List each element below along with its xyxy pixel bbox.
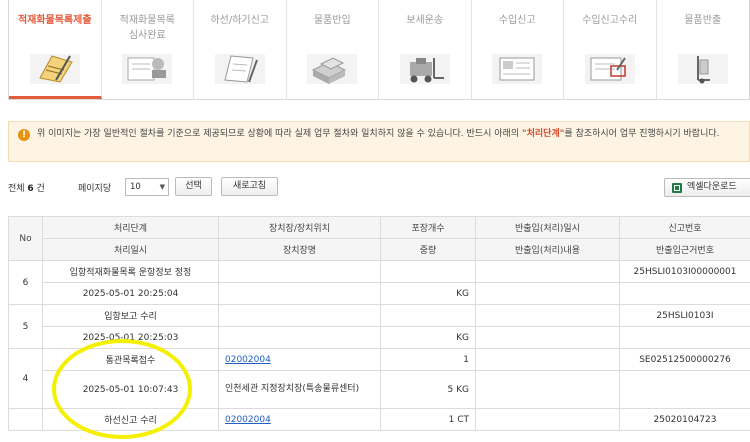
excel-download-button[interactable]: 엑셀다운로드: [664, 178, 750, 197]
location-link[interactable]: 02002004: [225, 355, 271, 365]
row-basis-no: [619, 370, 750, 409]
row-decl-no: SE02512500000276: [619, 348, 750, 371]
excel-icon: [672, 183, 682, 193]
row-packages: [380, 304, 476, 327]
notice-box: ! 위 이미지는 가장 일반적인 절차를 기준으로 제공되므로 상황에 따라 실…: [8, 121, 750, 162]
per-page-select[interactable]: 10 ▼: [125, 178, 169, 196]
header-basis-no: 반출입근거번호: [619, 238, 750, 261]
step-label: 수입신고: [498, 15, 536, 26]
table-row: 6 입항적재화물목록 운항정보 정정 25HSLI0103I00000001: [8, 260, 750, 305]
location-link[interactable]: 02002004: [225, 415, 271, 425]
step-label: 물품반입: [313, 15, 351, 26]
highlight-annotation: [52, 339, 192, 439]
row-inout-content: [475, 326, 620, 349]
clipboard-report-icon: [214, 54, 265, 84]
row-location: [218, 260, 381, 283]
step-goods-in[interactable]: 물품반입: [287, 0, 379, 99]
row-no: [8, 408, 43, 431]
row-packages: [380, 260, 476, 283]
row-inout-content: [475, 370, 620, 409]
row-inout-datetime: [475, 260, 620, 283]
step-import-approval[interactable]: 수입신고수리: [564, 0, 657, 99]
row-stage: 입항적재화물목록 운항정보 정정: [42, 260, 219, 283]
notice-text-tail: 를 참조하시어 업무 진행하시기 바랍니다.: [564, 129, 720, 139]
row-packages: 1: [380, 348, 476, 371]
row-weight: KG: [380, 282, 476, 305]
row-inout-datetime: [475, 408, 620, 431]
row-stage: 입항보고 수리: [42, 304, 219, 327]
notice-highlight: "처리단계": [521, 129, 565, 139]
per-page-label: 페이지당: [78, 184, 112, 194]
step-unloading-report[interactable]: 하선/하기신고: [194, 0, 287, 99]
table-row: 2025-05-01 20:25:04 KG: [9, 282, 750, 305]
step-label: 적재화물목록 심사완료: [119, 15, 175, 41]
step-label: 수입신고수리: [582, 15, 638, 26]
per-page-value: 10: [130, 182, 141, 192]
warning-icon: !: [18, 129, 30, 141]
total-prefix: 전체: [8, 184, 28, 194]
row-weight: 5 KG: [380, 370, 476, 409]
row-packages: 1 CT: [380, 408, 476, 431]
total-count: 전체 6 건: [8, 181, 45, 194]
hand-truck-icon: [677, 54, 728, 84]
step-goods-out[interactable]: 물품반출: [657, 0, 750, 99]
step-manifest-review[interactable]: 적재화물목록 심사완료: [102, 0, 194, 99]
header-location: 장치장/장치위치: [218, 216, 381, 239]
declaration-form-icon: [492, 54, 543, 84]
row-warehouse-name: [218, 326, 381, 349]
header-no: No: [8, 216, 43, 261]
notice-text: 위 이미지는 가장 일반적인 절차를 기준으로 제공되므로 상황에 따라 실제 …: [37, 128, 749, 141]
header-warehouse-name: 장치장명: [218, 238, 381, 261]
refresh-button[interactable]: 새로고침: [221, 177, 278, 196]
row-no: 6: [8, 260, 43, 305]
step-label: 물품반출: [684, 15, 722, 26]
row-weight: KG: [380, 326, 476, 349]
stamp-approval-icon: [122, 54, 173, 84]
chevron-down-icon: ▼: [159, 183, 165, 191]
row-inout-datetime: [475, 348, 620, 371]
row-decl-no: 25HSLI0103I00000001: [619, 260, 750, 283]
header-inout-datetime: 반출입(처리)일시: [475, 216, 620, 239]
row-basis-no: [619, 282, 750, 305]
row-no: 5: [8, 304, 43, 349]
excel-download-label: 엑셀다운로드: [687, 182, 737, 192]
step-bonded-transport[interactable]: 보세운송: [379, 0, 472, 99]
header-packages: 포장개수: [380, 216, 476, 239]
row-decl-no: 25020104723: [619, 408, 750, 431]
select-button[interactable]: 선택: [175, 177, 212, 196]
step-manifest-submit[interactable]: 적재화물목록제출: [9, 0, 102, 99]
row-warehouse-name: [218, 282, 381, 305]
forklift-icon: [399, 54, 450, 84]
total-suffix: 건: [33, 184, 45, 194]
row-basis-no: [619, 326, 750, 349]
step-import-declaration[interactable]: 수입신고: [472, 0, 564, 99]
header-datetime: 처리일시: [42, 238, 219, 261]
step-label: 하선/하기신고: [210, 15, 270, 26]
row-no: 4: [8, 348, 43, 409]
step-label: 적재화물목록제출: [17, 15, 92, 26]
table-row: 5 입항보고 수리 25HSLI0103I: [8, 304, 750, 349]
row-location: 02002004: [218, 348, 381, 371]
header-inout-content: 반출입(처리)내용: [475, 238, 620, 261]
row-datetime: 2025-05-01 20:25:04: [42, 282, 219, 305]
notice-text-main: 위 이미지는 가장 일반적인 절차를 기준으로 제공되므로 상황에 따라 실제 …: [37, 129, 522, 139]
approved-stamp-icon: [584, 54, 635, 84]
row-location: [218, 304, 381, 327]
row-decl-no: 25HSLI0103I: [619, 304, 750, 327]
step-label: 보세운송: [406, 15, 444, 26]
header-decl-no: 신고번호: [619, 216, 750, 239]
row-inout-content: [475, 282, 620, 305]
process-steps: 적재화물목록제출 적재화물목록 심사완료 하선/하기신고 물품반입 보세운송 수…: [8, 0, 750, 100]
header-stage: 처리단계: [42, 216, 219, 239]
row-location: 02002004: [218, 408, 381, 431]
document-edit-icon: [29, 54, 80, 84]
header-weight: 중량: [380, 238, 476, 261]
row-warehouse-name: 인천세관 지정장치장(특송물류센터): [218, 370, 381, 409]
boxes-in-icon: [307, 54, 358, 84]
row-inout-datetime: [475, 304, 620, 327]
